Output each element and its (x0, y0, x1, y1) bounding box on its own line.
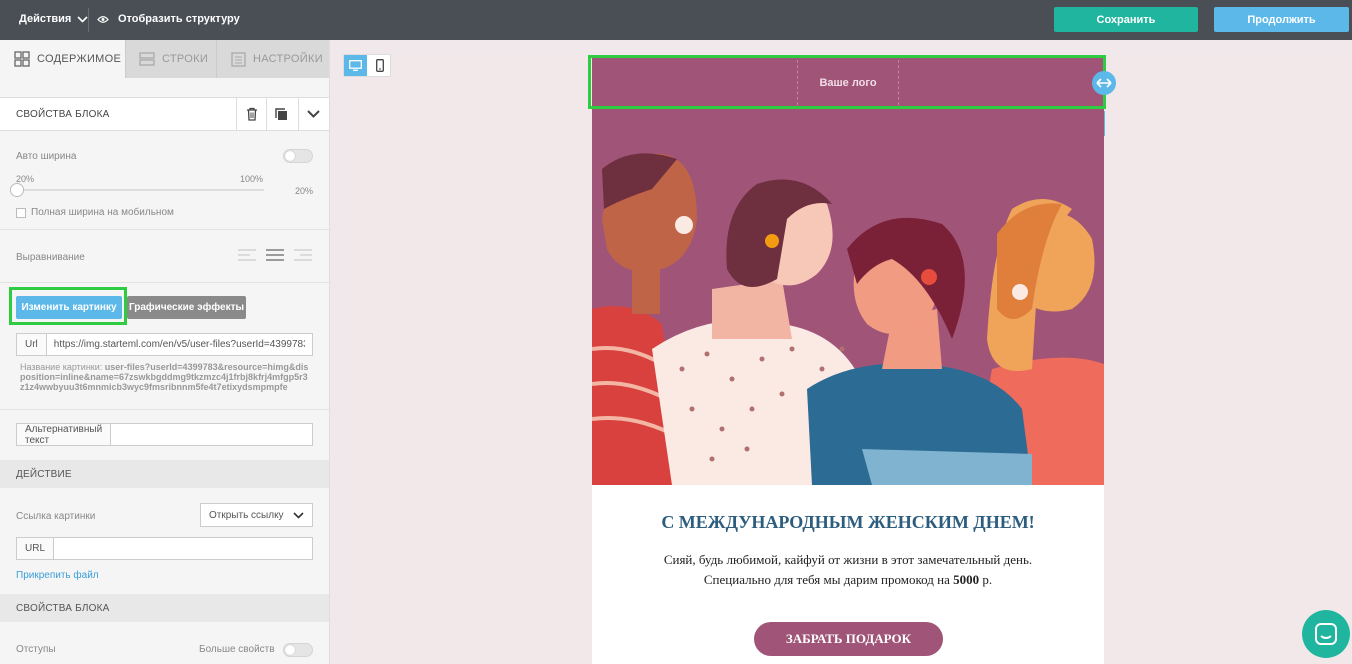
rows-icon (139, 52, 155, 66)
link-type-select[interactable]: Открыть ссылку (200, 503, 313, 527)
full-width-mobile-label: Полная ширина на мобильном (31, 207, 174, 218)
duplicate-block-button[interactable] (266, 98, 296, 130)
link-url-input[interactable] (54, 538, 312, 559)
image-url-input[interactable] (46, 334, 312, 355)
attach-file-link[interactable]: Прикрепить файл (16, 570, 99, 581)
chevron-down-icon (293, 512, 304, 519)
padding-label: Отступы (16, 644, 56, 655)
width-slider-handle[interactable] (10, 183, 24, 197)
alt-text-label: Альтернативный текст (17, 424, 112, 446)
body-line-2-pre: Специально для тебя мы дарим промокод на (703, 572, 954, 587)
save-button[interactable]: Сохранить (1054, 7, 1198, 32)
resize-arrows-icon (1096, 78, 1112, 88)
image-url-prefix: Url (17, 334, 47, 355)
image-name-label: Название картинки: (20, 362, 103, 372)
divider (0, 282, 329, 283)
device-switcher (343, 54, 391, 77)
divider (0, 229, 329, 230)
change-image-button[interactable]: Изменить картинку (16, 296, 122, 319)
link-type-value: Открыть ссылку (209, 509, 284, 521)
panel-tabs: СОДЕРЖИМОЕ СТРОКИ НАСТРОЙКИ (0, 40, 329, 78)
full-width-mobile-checkbox[interactable] (16, 208, 26, 218)
align-left-icon[interactable] (238, 249, 256, 261)
tab-content[interactable]: СОДЕРЖИМОЕ (0, 40, 125, 78)
promo-amount: 5000 (953, 572, 980, 587)
show-structure-button[interactable]: Отобразить структуру (97, 13, 240, 25)
chevron-down-icon (307, 110, 320, 118)
divider (0, 409, 329, 410)
slider-value: 20% (295, 186, 314, 196)
graphic-effects-button[interactable]: Графические эффекты (127, 296, 246, 319)
block-properties-section-header: СВОЙСТВА БЛОКА (0, 594, 329, 622)
tab-settings[interactable]: НАСТРОЙКИ (216, 40, 329, 78)
selected-row-frame (588, 55, 1106, 109)
tab-rows[interactable]: СТРОКИ (125, 40, 216, 78)
auto-width-label: Авто ширина (16, 151, 77, 162)
action-section-header: ДЕЙСТВИЕ (0, 460, 329, 488)
slider-max-label: 100% (240, 174, 264, 184)
image-url-field: Url (16, 333, 313, 356)
body-line-2-post: р. (979, 572, 993, 587)
mobile-icon (375, 59, 384, 72)
block-properties-title: СВОЙСТВА БЛОКА (16, 109, 110, 120)
block-properties-header: СВОЙСТВА БЛОКА (0, 97, 329, 131)
more-properties-toggle[interactable] (283, 643, 313, 657)
chat-icon (1315, 623, 1337, 645)
tab-settings-label: НАСТРОЙКИ (253, 53, 323, 65)
image-link-label: Ссылка картинки (16, 511, 96, 522)
actions-label: Действия (19, 13, 72, 25)
collapse-block-button[interactable] (298, 98, 328, 130)
align-right-icon[interactable] (294, 249, 312, 261)
hero-illustration[interactable] (592, 109, 1104, 485)
grid-icon (14, 51, 30, 67)
mobile-view-button[interactable] (368, 55, 391, 76)
top-bar: Действия Отобразить структуру Сохранить … (0, 0, 1352, 40)
body-line-2: Специально для тебя мы дарим промокод на… (592, 570, 1104, 590)
align-center-icon[interactable] (266, 249, 284, 261)
desktop-view-button[interactable] (344, 55, 367, 76)
auto-width-toggle[interactable] (283, 149, 313, 163)
show-structure-label: Отобразить структуру (118, 13, 240, 25)
claim-gift-button[interactable]: ЗАБРАТЬ ПОДАРОК (754, 622, 943, 656)
tab-content-label: СОДЕРЖИМОЕ (37, 53, 122, 65)
body-line-1: Сияй, будь любимой, кайфуй от жизни в эт… (663, 552, 1033, 567)
link-url-field: URL (16, 537, 313, 560)
block-properties-section-title: СВОЙСТВА БЛОКА (16, 603, 110, 614)
copy-icon (275, 107, 287, 120)
chat-widget-button[interactable] (1302, 610, 1350, 658)
desktop-icon (349, 60, 362, 71)
eye-icon (97, 15, 109, 23)
properties-panel: СОДЕРЖИМОЕ СТРОКИ НАСТРОЙКИ СВОЙСТВА БЛО… (0, 40, 330, 664)
link-url-prefix: URL (17, 538, 55, 559)
continue-button[interactable]: Продолжить (1214, 7, 1349, 32)
action-section-title: ДЕЙСТВИЕ (16, 469, 72, 480)
width-slider-track[interactable] (16, 189, 264, 191)
settings-doc-icon (231, 51, 246, 67)
chevron-down-icon (77, 15, 88, 23)
actions-menu[interactable]: Действия (19, 13, 88, 25)
email-body-text[interactable]: Сияй, будь любимой, кайфуй от жизни в эт… (592, 550, 1104, 590)
email-headline[interactable]: С МЕЖДУНАРОДНЫМ ЖЕНСКИМ ДНЕМ! (592, 512, 1104, 533)
delete-block-button[interactable] (236, 98, 266, 130)
image-name: Название картинки: user-files?userId=439… (20, 362, 312, 392)
trash-icon (246, 107, 257, 121)
topbar-divider (88, 8, 89, 32)
alt-text-field: Альтернативный текст (16, 423, 313, 446)
align-label: Выравнивание (16, 252, 85, 263)
tab-rows-label: СТРОКИ (162, 53, 209, 65)
more-properties-label: Больше свойств (199, 644, 275, 655)
alt-text-input[interactable] (111, 424, 312, 445)
resize-handle[interactable] (1092, 71, 1116, 95)
